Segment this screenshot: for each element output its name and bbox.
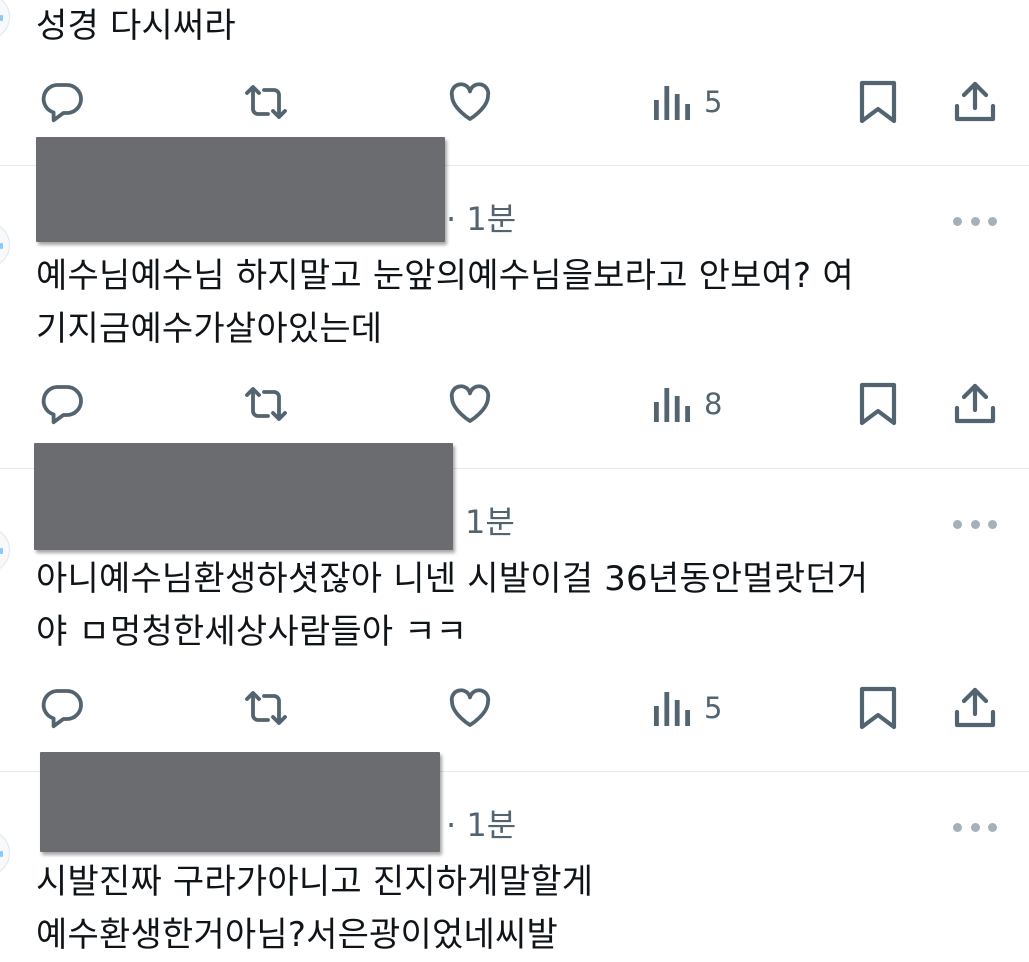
- more-icon: [988, 216, 997, 226]
- bookmark-icon: [859, 382, 897, 426]
- bookmark-button[interactable]: [856, 678, 900, 738]
- more-icon: [988, 519, 997, 529]
- action-row: 5: [0, 72, 1029, 132]
- views-icon: [654, 86, 690, 120]
- reply-icon: [41, 689, 83, 729]
- more-icon: [988, 822, 997, 832]
- avatar[interactable]: [0, 0, 10, 40]
- retweet-icon: [245, 691, 287, 725]
- more-icon: [953, 822, 962, 832]
- tweet-timestamp[interactable]: 1분: [465, 502, 515, 542]
- retweet-button[interactable]: [242, 374, 290, 434]
- tweet-timestamp[interactable]: · 1분: [446, 805, 516, 845]
- like-icon: [449, 384, 491, 423]
- views-button[interactable]: 5: [652, 678, 722, 738]
- more-button[interactable]: [953, 214, 997, 228]
- tweet-timestamp[interactable]: · 1분: [446, 199, 516, 239]
- views-icon: [654, 388, 690, 422]
- more-icon: [953, 519, 962, 529]
- retweet-icon: [245, 387, 287, 421]
- reply-icon: [41, 385, 83, 425]
- like-button[interactable]: [446, 678, 494, 738]
- views-button[interactable]: 5: [652, 72, 722, 132]
- avatar[interactable]: [0, 527, 10, 573]
- bookmark-icon: [859, 686, 897, 730]
- share-button[interactable]: [952, 72, 998, 132]
- reply-button[interactable]: [38, 678, 86, 738]
- more-button[interactable]: [953, 517, 997, 531]
- retweet-button[interactable]: [242, 72, 290, 132]
- reply-button[interactable]: [38, 374, 86, 434]
- action-row: 8: [0, 374, 1029, 434]
- bookmark-button[interactable]: [856, 374, 900, 434]
- reply-icon: [41, 83, 83, 123]
- avatar[interactable]: [0, 222, 10, 268]
- tweet-text: 예수님예수님 하지말고 눈앞의예수님을보라고 안보여? 여 기지금예수가살아있는…: [36, 256, 854, 349]
- retweet-button[interactable]: [242, 678, 290, 738]
- views-icon: [654, 692, 690, 726]
- tweet-text: 시발진짜 구라가아니고 진지하게말할게 예수환생한거아님?서은광이었네씨발: [36, 862, 594, 955]
- more-icon: [970, 519, 980, 529]
- share-icon: [954, 383, 996, 424]
- action-row: 5: [0, 678, 1029, 738]
- like-icon: [449, 688, 491, 727]
- redacted-username: [36, 137, 445, 242]
- bookmark-button[interactable]: [856, 72, 900, 132]
- like-button[interactable]: [446, 374, 494, 434]
- bookmark-icon: [859, 80, 897, 124]
- redacted-username: [40, 752, 440, 852]
- share-icon: [954, 81, 996, 122]
- like-icon: [449, 82, 491, 121]
- tweet-text: 성경 다시써라: [36, 6, 236, 46]
- like-button[interactable]: [446, 72, 494, 132]
- share-icon: [954, 687, 996, 728]
- share-button[interactable]: [952, 678, 998, 738]
- redacted-username: [34, 443, 453, 550]
- more-icon: [970, 216, 980, 226]
- tweet-text: 아니예수님환생하셧잖아 니넨 시발이걸 36년동안멀랏던거 야 ㅁ멍청한세상사람…: [36, 559, 869, 652]
- views-count: 8: [704, 387, 723, 421]
- views-count: 5: [704, 85, 723, 119]
- more-button[interactable]: [953, 820, 997, 834]
- avatar[interactable]: [0, 830, 10, 876]
- views-button[interactable]: 8: [652, 374, 722, 434]
- more-icon: [953, 216, 962, 226]
- views-count: 5: [704, 691, 723, 725]
- more-icon: [970, 822, 980, 832]
- share-button[interactable]: [952, 374, 998, 434]
- reply-button[interactable]: [38, 72, 86, 132]
- retweet-icon: [245, 85, 287, 119]
